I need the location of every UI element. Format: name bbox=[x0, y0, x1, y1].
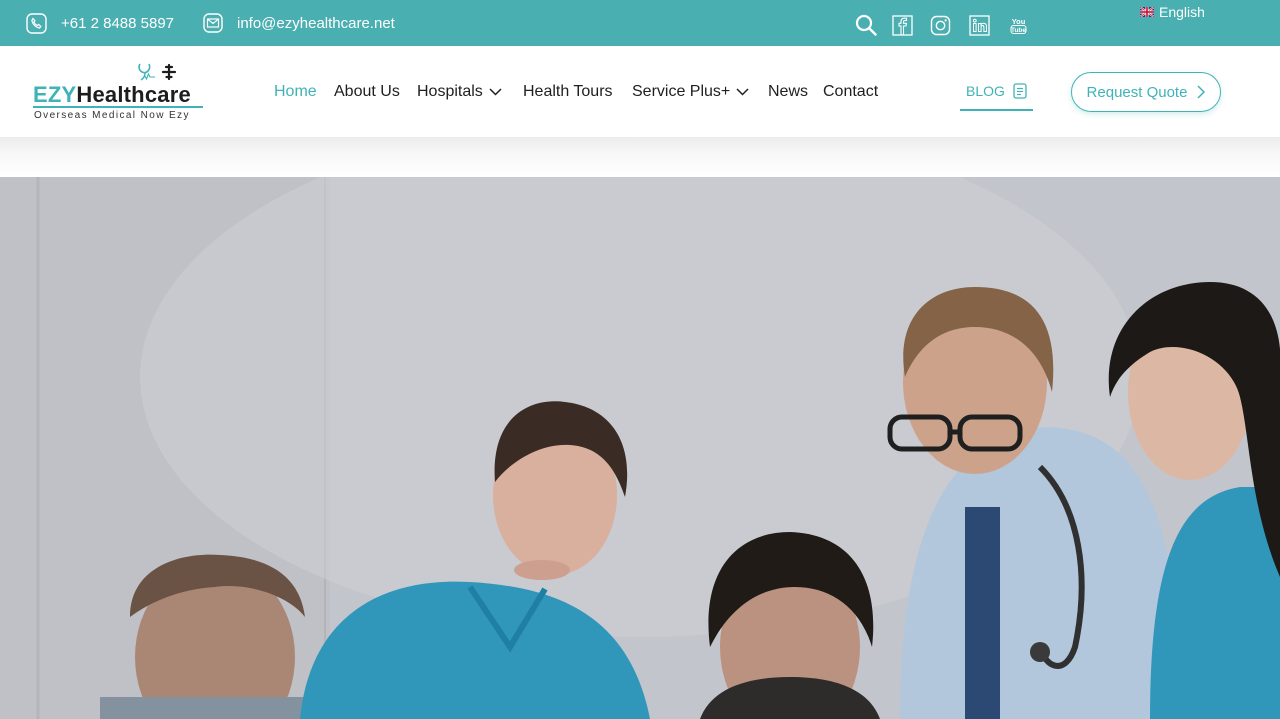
nav-hospitals[interactable]: Hospitals bbox=[417, 46, 502, 137]
chevron-down-icon bbox=[736, 87, 749, 96]
svg-text:Tube: Tube bbox=[1010, 27, 1025, 34]
document-icon bbox=[1013, 83, 1027, 99]
nav-about-us[interactable]: About Us bbox=[334, 46, 400, 137]
nav-service-plus[interactable]: Service Plus+ bbox=[632, 46, 749, 137]
language-label[interactable]: English bbox=[1159, 4, 1205, 20]
search-button[interactable] bbox=[854, 13, 878, 37]
youtube-link[interactable]: You Tube bbox=[1007, 13, 1029, 37]
nav-home-label[interactable]: Home bbox=[274, 83, 317, 101]
email-address[interactable]: info@ezyhealthcare.net bbox=[237, 15, 395, 32]
nav-home[interactable]: Home bbox=[274, 46, 317, 137]
nav-health-tours[interactable]: Health Tours bbox=[523, 46, 613, 137]
logo-wordmark: EZYHealthcare bbox=[33, 82, 191, 108]
instagram-icon bbox=[930, 15, 950, 35]
instagram-link[interactable] bbox=[929, 13, 951, 37]
nav-news-label[interactable]: News bbox=[768, 83, 808, 101]
hero-overlay bbox=[0, 177, 1280, 719]
nav-contact-label[interactable]: Contact bbox=[823, 83, 878, 101]
logo-healthcare: Healthcare bbox=[76, 82, 191, 107]
nav-news[interactable]: News bbox=[768, 46, 808, 137]
nav-about-us-label[interactable]: About Us bbox=[334, 83, 400, 101]
main-header: EZYHealthcare Overseas Medical Now Ezy H… bbox=[0, 46, 1280, 137]
language-selector[interactable]: English bbox=[1140, 3, 1205, 21]
facebook-link[interactable] bbox=[891, 13, 913, 37]
nav-hospitals-label[interactable]: Hospitals bbox=[417, 83, 483, 101]
site-logo[interactable]: EZYHealthcare Overseas Medical Now Ezy bbox=[33, 62, 213, 122]
blog-button[interactable]: BLOG bbox=[960, 73, 1033, 111]
hero-banner bbox=[0, 177, 1280, 719]
facebook-icon bbox=[891, 14, 913, 36]
nav-contact[interactable]: Contact bbox=[823, 46, 878, 137]
blog-label[interactable]: BLOG bbox=[966, 83, 1005, 99]
nav-health-tours-label[interactable]: Health Tours bbox=[523, 83, 613, 101]
youtube-icon: You Tube bbox=[1010, 17, 1026, 34]
search-icon bbox=[855, 14, 877, 36]
header-shadow-band bbox=[0, 137, 1280, 177]
chevron-down-icon bbox=[489, 87, 502, 96]
phone-contact[interactable]: +61 2 8488 5897 bbox=[26, 0, 174, 46]
chevron-right-icon bbox=[1197, 85, 1206, 99]
email-contact[interactable]: info@ezyhealthcare.net bbox=[203, 0, 395, 46]
phone-icon bbox=[26, 12, 47, 34]
linkedin-link[interactable] bbox=[968, 13, 990, 37]
nav-service-plus-label[interactable]: Service Plus+ bbox=[632, 83, 730, 101]
logo-underline bbox=[33, 106, 203, 108]
uk-flag-icon bbox=[1140, 7, 1154, 17]
svg-text:You: You bbox=[1011, 17, 1025, 26]
envelope-icon bbox=[203, 13, 223, 33]
top-contact-bar: +61 2 8488 5897 info@ezyhealthcare.net Y… bbox=[0, 0, 1280, 46]
request-quote-button[interactable]: Request Quote bbox=[1071, 72, 1221, 112]
logo-tagline: Overseas Medical Now Ezy bbox=[34, 110, 190, 121]
linkedin-icon bbox=[968, 14, 990, 36]
request-quote-label[interactable]: Request Quote bbox=[1087, 84, 1188, 101]
phone-number[interactable]: +61 2 8488 5897 bbox=[61, 15, 174, 32]
logo-ezy: EZY bbox=[33, 82, 77, 107]
